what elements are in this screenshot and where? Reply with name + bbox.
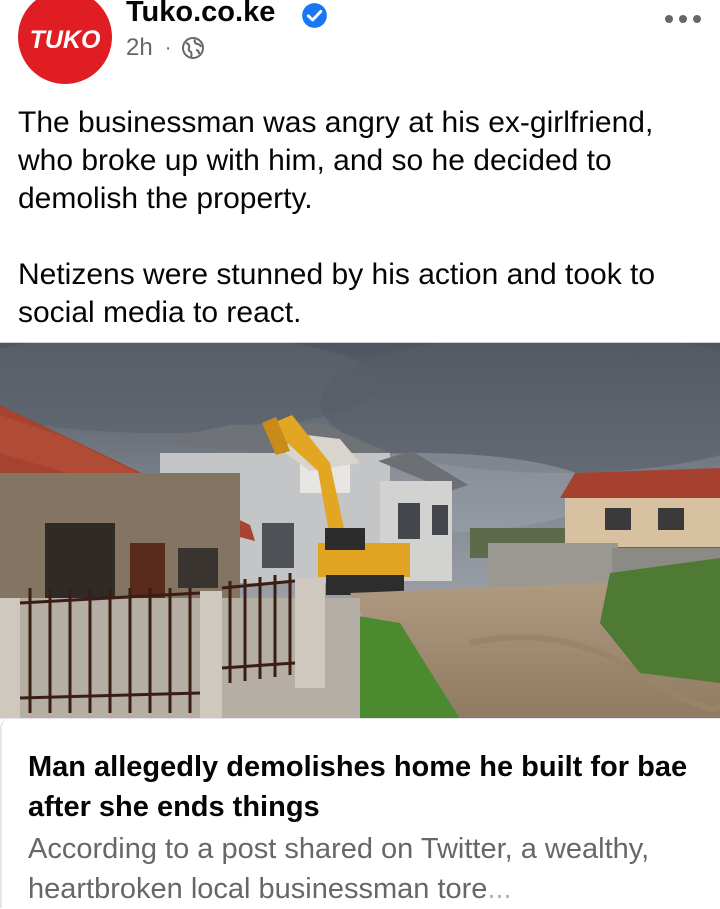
link-preview-card[interactable]: Man allegedly demolishes home he built f… <box>0 718 720 909</box>
verified-badge-icon <box>302 3 327 28</box>
page-avatar[interactable]: TUKO <box>18 0 112 84</box>
link-preview-description-text: According to a post shared on Twitter, a… <box>28 833 650 905</box>
link-preview-title[interactable]: Man allegedly demolishes home he built f… <box>28 747 698 827</box>
post-header: TUKO Tuko.co.ke 2h · <box>0 0 720 92</box>
page-name[interactable]: Tuko.co.ke <box>126 0 275 29</box>
more-options-icon[interactable] <box>664 14 702 24</box>
globe-icon[interactable] <box>181 36 205 60</box>
post-paragraph: Netizens were stunned by his action and … <box>18 258 656 329</box>
post-timestamp[interactable]: 2h <box>126 34 153 62</box>
post-body-text: The businessman was angry at his ex-girl… <box>18 104 708 332</box>
meta-separator: · <box>164 36 172 59</box>
card-edge-divider <box>0 718 12 908</box>
avatar-logo-text: TUKO <box>29 25 101 54</box>
post-meta: 2h · <box>126 34 205 62</box>
post-photo-demolished-house[interactable] <box>0 342 720 719</box>
demolition-scene-image <box>0 343 720 719</box>
link-preview-ellipsis: ... <box>487 873 512 905</box>
post-paragraph: The businessman was angry at his ex-girl… <box>18 106 654 215</box>
link-preview-description: According to a post shared on Twitter, a… <box>28 829 698 909</box>
